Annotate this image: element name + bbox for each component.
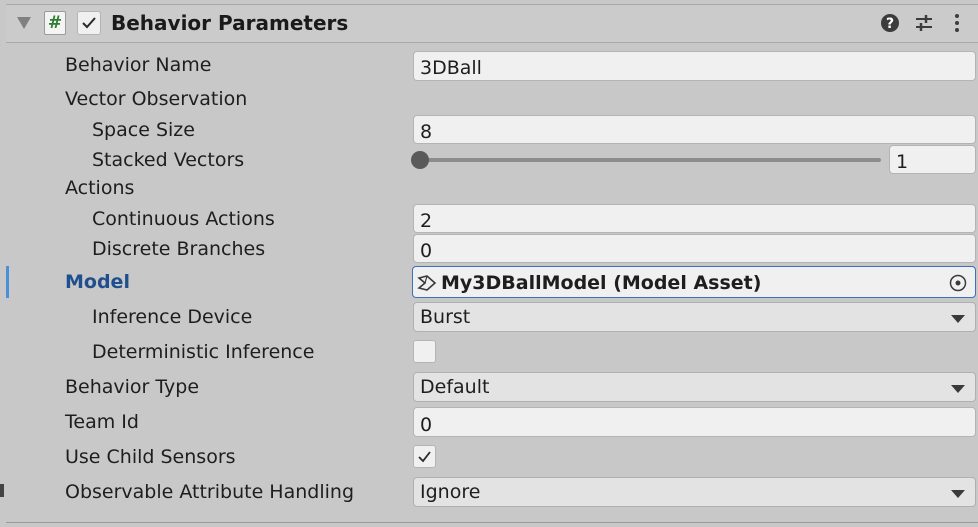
observable-attribute-handling-dropdown[interactable]: Ignore: [413, 477, 976, 507]
behavior-type-dropdown[interactable]: Default: [413, 372, 976, 402]
behavior-name-label: Behavior Name: [65, 54, 212, 76]
discrete-branches-input[interactable]: 0: [413, 234, 976, 263]
space-size-label: Space Size: [92, 119, 195, 141]
component-title: Behavior Parameters: [111, 11, 349, 35]
inference-device-dropdown[interactable]: Burst: [413, 302, 976, 332]
object-picker-icon[interactable]: [949, 274, 967, 292]
script-icon: #: [44, 11, 66, 35]
discrete-branches-label: Discrete Branches: [92, 238, 266, 260]
space-size-input[interactable]: 8: [413, 115, 976, 144]
behavior-type-label: Behavior Type: [65, 376, 200, 398]
checkmark-icon: [418, 451, 431, 463]
preset-sliders-icon[interactable]: [914, 13, 934, 33]
model-object-field[interactable]: My3DBallModel (Model Asset): [412, 266, 976, 298]
use-child-sensors-checkbox[interactable]: [413, 445, 436, 468]
inference-device-value: Burst: [420, 306, 471, 328]
collapse-triangle-icon[interactable]: [16, 15, 32, 31]
actions-label: Actions: [65, 177, 135, 199]
stacked-vectors-slider-track[interactable]: [418, 158, 881, 162]
dropdown-arrow-icon: [951, 385, 965, 393]
team-id-input[interactable]: 0: [413, 407, 976, 437]
observable-attribute-handling-value: Ignore: [420, 481, 481, 503]
vector-observation-label: Vector Observation: [65, 88, 248, 110]
team-id-label: Team Id: [65, 411, 139, 433]
observable-attribute-handling-label: Observable Attribute Handling: [65, 481, 354, 503]
component-header[interactable]: # Behavior Parameters ?: [6, 4, 978, 43]
inspector-panel: # Behavior Parameters ? Behavior Name 3D…: [0, 0, 978, 527]
model-modified-indicator: [6, 266, 9, 298]
dropdown-arrow-icon: [951, 315, 965, 323]
use-child-sensors-label: Use Child Sensors: [65, 446, 236, 468]
model-asset-icon: [417, 275, 437, 291]
deterministic-inference-checkbox[interactable]: [413, 340, 436, 363]
more-vert-icon[interactable]: [952, 13, 962, 35]
inference-device-label: Inference Device: [92, 306, 253, 328]
model-value: My3DBallModel (Model Asset): [441, 272, 762, 294]
stacked-vectors-slider-thumb[interactable]: [411, 151, 429, 169]
help-icon[interactable]: ?: [880, 13, 900, 33]
panel-left-edge: [0, 484, 4, 497]
continuous-actions-label: Continuous Actions: [92, 208, 275, 230]
panel-bottom-divider: [6, 522, 978, 523]
behavior-name-input[interactable]: 3DBall: [413, 51, 976, 81]
behavior-type-value: Default: [420, 376, 490, 398]
checkmark-icon: [82, 17, 96, 29]
stacked-vectors-input[interactable]: 1: [889, 145, 976, 174]
component-enabled-checkbox[interactable]: [77, 11, 101, 35]
continuous-actions-input[interactable]: 2: [413, 204, 976, 233]
model-label: Model: [65, 271, 130, 293]
deterministic-inference-label: Deterministic Inference: [92, 341, 315, 363]
stacked-vectors-label: Stacked Vectors: [92, 149, 245, 171]
svg-text:?: ?: [886, 16, 894, 32]
dropdown-arrow-icon: [951, 490, 965, 498]
